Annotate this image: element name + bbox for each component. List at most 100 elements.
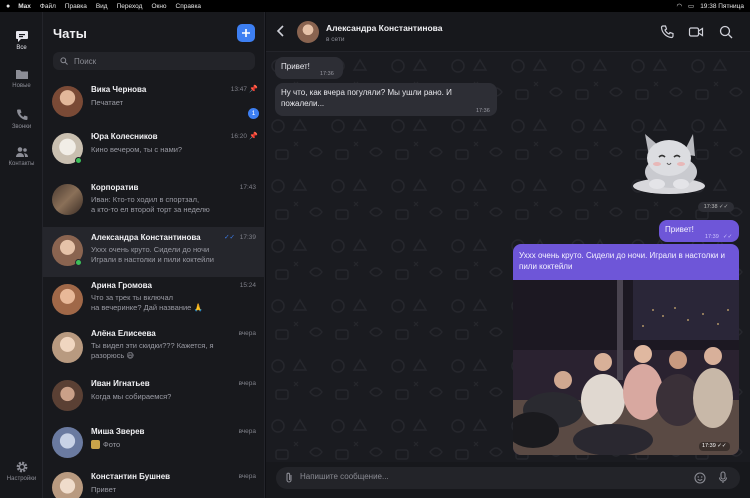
back-arrow-icon[interactable] [276,25,286,37]
menu-view[interactable]: Вид [96,3,108,10]
chat-time: вчера [238,473,256,480]
chat-name: Юра Колесников [91,132,158,141]
chat-time: 15:24 [239,282,256,289]
party-photo[interactable] [513,280,739,455]
camera-notch [345,0,405,10]
rail-item-contacts[interactable]: Контакты [0,145,43,167]
emoji-icon[interactable] [694,472,706,484]
search-input[interactable] [74,56,244,66]
search-in-chat-button[interactable] [718,24,734,40]
chat-preview: Печатает [91,98,124,107]
chat-time: вчера [238,380,256,387]
nav-rail: Все Новые Звонки Контакты Настройки [0,12,43,498]
menu-clock[interactable]: 19:38 Пятница [700,3,744,10]
rail-label-new: Новые [12,83,31,89]
read-check-icon: ✓✓ [719,204,729,210]
video-call-button[interactable] [688,24,704,40]
message-text: Уххх очень круто. Сидели до ночи. Играли… [519,251,725,271]
chat-preview: Когда мы собираемся? [91,392,172,401]
chat-preview: Что за трек ты включал [91,293,173,302]
chat-time: 17:43 [239,184,256,191]
chat-preview: Иван: Кто-то ходил в спортзал, [91,195,200,204]
plus-icon [242,29,250,37]
photo-thumb-icon [91,440,100,449]
battery-icon[interactable]: ▭ [688,2,694,10]
avatar [52,472,83,498]
message-text: Привет! [281,62,310,71]
pin-icon: 📌 [249,133,258,140]
chat-row-vika[interactable]: Вика Чернова 📌 13:47 Печатает 1 [43,78,264,128]
rail-label-settings: Настройки [6,476,37,482]
chat-name: Миша Зверев [91,427,145,436]
chat-avatar[interactable] [297,21,319,43]
menu-window[interactable]: Окно [151,3,166,10]
chat-name: Корпоратив [91,183,139,192]
chat-area: Александра Константинова в сети Привет! … [266,12,750,498]
menu-app[interactable]: Max [18,3,31,10]
chat-title[interactable]: Александра Константинова [326,23,443,33]
chat-row-konstantin[interactable]: Константин Бушнев вчера Привет [43,467,264,498]
message-time: 17:39 [702,443,716,449]
microphone-icon[interactable] [718,471,728,484]
sticker-time: 17:38 ✓✓ [698,202,734,212]
phone-icon [16,109,27,120]
chat-preview-line2: а кто-то ел второй торт за неделю [91,205,210,214]
apple-menu-icon[interactable]: ● [6,3,10,10]
message-outgoing[interactable]: Привет! 17:39 ✓✓ [659,220,739,242]
composer [266,462,750,498]
chat-time: вчера [238,330,256,337]
message-time: 17:36 [476,108,490,114]
rail-item-all[interactable]: Все [0,29,43,51]
menu-help[interactable]: Справка [176,3,202,10]
search-bar[interactable] [53,52,255,70]
attach-icon[interactable] [284,472,294,484]
read-check-icon: ✓✓ [717,443,727,449]
message-text: Ну что, как вчера погуляли? Мы ушли рано… [281,88,452,108]
photo-time: 17:39 ✓✓ [699,442,730,451]
read-check-icon: ✓✓ [723,234,733,240]
read-check-icon: ✓✓ [224,234,235,241]
menu-go[interactable]: Переход [117,3,143,10]
call-button[interactable] [659,24,675,40]
message-time: 17:39 [705,234,719,240]
message-incoming[interactable]: Привет! 17:36 [275,57,343,79]
avatar [52,380,83,411]
chat-preview: Уххх очень круто. Сидели до ночи [91,245,210,254]
chat-row-misha[interactable]: Миша Зверев вчера Фото [43,422,264,472]
wifi-icon[interactable]: ◠ [676,2,682,10]
avatar [52,284,83,315]
chat-time: 17:39 [239,234,256,241]
chat-preview-line2: на вечеринке? Дай название 🙏 [91,303,203,312]
chat-name: Алёна Елисеева [91,329,156,338]
message-outgoing-photo[interactable]: Уххх очень круто. Сидели до ночи. Играли… [513,244,739,455]
online-indicator [75,259,82,266]
composer-box[interactable] [276,467,740,489]
unread-badge: 1 [248,108,259,119]
chat-time: 16:20 [230,133,247,140]
chat-row-alena[interactable]: Алёна Елисеева вчера Ты видел эти скидки… [43,325,264,375]
new-chat-button[interactable] [237,24,255,42]
chat-header: Александра Константинова в сети [266,12,750,52]
rail-item-new[interactable]: Новые [0,67,43,89]
menu-edit[interactable]: Правка [65,3,87,10]
chat-row-alexandra[interactable]: Александра Константинова ✓✓ 17:39 Уххх о… [43,227,264,277]
rail-item-settings[interactable]: Настройки [0,460,43,482]
contacts-icon [15,147,28,157]
message-input[interactable] [300,472,680,481]
avatar [52,427,83,458]
chat-row-corporate[interactable]: Корпоратив 17:43 Иван: Кто-то ходил в сп… [43,177,264,227]
rail-label-calls: Звонки [11,124,32,130]
message-incoming[interactable]: Ну что, как вчера погуляли? Мы ушли рано… [275,83,497,116]
chat-row-yura[interactable]: Юра Колесников 📌 16:20 Кино вечером, ты … [43,127,264,177]
rail-label-contacts: Контакты [8,161,35,167]
chat-row-ivan[interactable]: Иван Игнатьев вчера Когда мы собираемся? [43,374,264,424]
online-indicator [75,157,82,164]
cat-sticker[interactable] [629,120,707,200]
menu-file[interactable]: Файл [40,3,56,10]
chat-name: Иван Игнатьев [91,379,150,388]
rail-item-calls[interactable]: Звонки [0,108,43,130]
avatar [52,332,83,363]
pin-icon: 📌 [249,86,258,93]
chat-name: Вика Чернова [91,85,147,94]
chat-row-arina[interactable]: Арина Громова 15:24 Что за трек ты включ… [43,277,264,327]
